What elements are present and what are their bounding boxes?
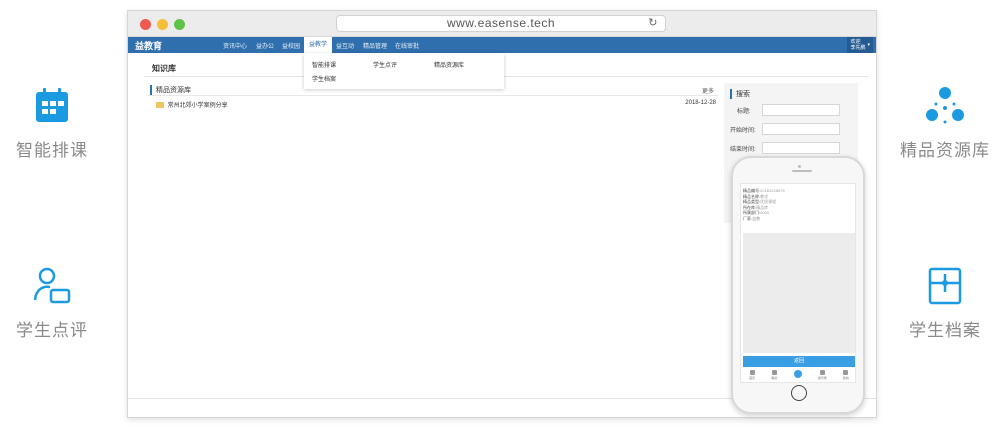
tab-apps[interactable] xyxy=(793,370,802,379)
resource-details: 精品编号:20181228075 精品名称:教学 精品类型:优质课程 所在库:精… xyxy=(743,188,785,222)
phone-home-button[interactable] xyxy=(791,385,807,401)
user-card-icon xyxy=(30,264,74,308)
calendar-icon xyxy=(30,84,74,128)
feature-schedule-label: 智能排课 xyxy=(16,141,88,160)
search-end-label: 结束时间: xyxy=(730,147,756,153)
search-start-label: 开始时间: xyxy=(730,128,756,134)
browser-titlebar: www.easense.tech ↻ xyxy=(128,11,876,37)
list-item[interactable]: 常州北郊小学案例分享 2018-12-28 xyxy=(156,100,716,109)
contacts-icon xyxy=(819,370,825,375)
reload-icon[interactable]: ↻ xyxy=(648,16,658,31)
nav-quality-management[interactable]: 精品管理 xyxy=(363,41,387,50)
feature-resources: 精品资源库 xyxy=(890,84,1000,161)
folder-icon xyxy=(156,102,164,109)
url-text: www.easense.tech xyxy=(446,16,556,30)
nav-news[interactable]: 资讯中心 xyxy=(223,41,247,50)
tab-mine[interactable]: 我的 xyxy=(843,370,849,380)
feature-archive-label: 学生档案 xyxy=(909,321,981,340)
search-end-input[interactable] xyxy=(762,142,840,154)
nav-office[interactable]: 益办公 xyxy=(256,41,274,50)
nav-teaching[interactable]: 益教学 xyxy=(304,37,333,53)
divider xyxy=(144,76,868,77)
profile-icon xyxy=(843,370,849,375)
feature-evaluation: 学生点评 xyxy=(0,264,107,341)
chevron-down-icon: ▾ xyxy=(867,42,870,48)
home-icon xyxy=(749,370,755,375)
detail-row: 厂家:益教 xyxy=(743,215,761,221)
feature-evaluation-label: 学生点评 xyxy=(16,321,88,340)
user-name: 李先鹏 xyxy=(850,45,866,51)
dropdown-item-evaluation[interactable]: 学生点评 xyxy=(373,60,397,69)
nav-interaction[interactable]: 益互动 xyxy=(336,41,354,50)
phone-mockup: 精品编号:20181228075 精品名称:教学 精品类型:优质课程 所在库:精… xyxy=(731,156,865,414)
app-navbar: 益教育 资讯中心 益办公 益校园 益教学 益互动 精品管理 在线审批 欢迎 李先… xyxy=(128,37,876,53)
minimize-window-button[interactable] xyxy=(157,19,168,30)
list-item-date: 2018-12-28 xyxy=(685,100,716,106)
page-title: 知识库 xyxy=(152,64,176,73)
tab-contacts[interactable]: 通讯录 xyxy=(818,370,827,380)
check-icon xyxy=(771,370,777,375)
phone-camera xyxy=(798,165,801,168)
app-brand[interactable]: 益教育 xyxy=(135,39,162,52)
network-icon xyxy=(923,84,967,128)
back-button[interactable]: 返回 xyxy=(743,356,855,367)
close-window-button[interactable] xyxy=(140,19,151,30)
content-placeholder xyxy=(743,233,855,353)
more-link[interactable]: 更多 xyxy=(702,86,714,95)
feature-schedule: 智能排课 xyxy=(0,84,107,161)
nav-campus[interactable]: 益校园 xyxy=(282,41,300,50)
feature-archive: 学生档案 xyxy=(890,264,1000,341)
panel-title: 精品资源库 xyxy=(150,85,191,95)
nav-online-approval[interactable]: 在线审批 xyxy=(395,41,419,50)
list-item-title[interactable]: 常州北郊小学案例分享 xyxy=(168,103,228,109)
phone-speaker xyxy=(792,170,812,172)
phone-screen: 精品编号:20181228075 精品名称:教学 精品类型:优质课程 所在库:精… xyxy=(740,183,856,383)
archive-box-icon xyxy=(923,264,967,308)
search-title-label: 标题: xyxy=(737,109,751,115)
address-bar[interactable]: www.easense.tech ↻ xyxy=(336,15,666,32)
tab-approval[interactable]: 审批 xyxy=(771,370,777,380)
search-title-input[interactable] xyxy=(762,104,840,116)
search-panel-title: 搜索 xyxy=(730,89,750,99)
dropdown-item-resources[interactable]: 精品资源库 xyxy=(434,60,464,69)
teaching-dropdown: 智能排课 学生点评 精品资源库 学生档案 xyxy=(304,53,504,89)
phone-tabbar: 首页 审批 通讯录 我的 xyxy=(741,370,855,382)
dropdown-item-schedule[interactable]: 智能排课 xyxy=(312,60,336,69)
maximize-window-button[interactable] xyxy=(174,19,185,30)
dropdown-item-archive[interactable]: 学生档案 xyxy=(312,74,336,83)
user-menu[interactable]: 欢迎 李先鹏 ▾ xyxy=(847,37,873,53)
feature-resources-label: 精品资源库 xyxy=(900,141,990,160)
tab-home[interactable]: 首页 xyxy=(749,370,755,380)
grid-icon xyxy=(793,370,802,378)
search-start-input[interactable] xyxy=(762,123,840,135)
panel-divider xyxy=(148,95,718,96)
